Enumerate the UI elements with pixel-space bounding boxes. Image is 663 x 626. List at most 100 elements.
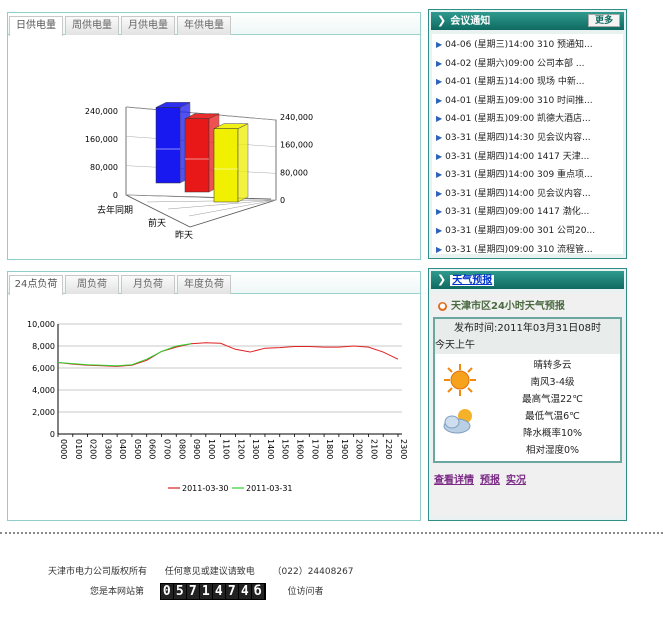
x-tick-label: 0600 — [148, 439, 157, 459]
notice-item[interactable]: ▶ 03-31 (星期四)09:00 310 流程管... — [436, 241, 623, 259]
x-tick-label: 1800 — [325, 439, 334, 459]
notice-item[interactable]: ▶ 03-31 (星期四)14:30 见会议内容... — [436, 129, 623, 147]
notice-item[interactable]: ▶ 04-01 (星期五)09:00 310 时间推... — [436, 92, 623, 110]
x-tick-label: 2300 — [399, 439, 408, 459]
load-line-chart: 10,0008,0006,0004,0002,00000000 0100 0200 0… — [27, 320, 408, 493]
tab-monthly-supply[interactable]: 月供电量 — [121, 16, 175, 35]
notice-item-text: 03-31 (星期四)09:00 301 公司20... — [445, 226, 596, 236]
y-tick-right: 80,000 — [280, 168, 308, 177]
weather-humidity: 相对湿度0% — [525, 445, 580, 456]
triangle-bullet-icon: ▶ — [436, 95, 443, 105]
counter-digit: 5 — [173, 584, 186, 599]
visitor-prefix: 您是本网站第 — [90, 587, 145, 597]
cloud-sun-icon — [443, 409, 472, 434]
chevron-right-icon: ❯ — [437, 273, 447, 286]
notice-box: ❯ 会议通知 更多 ▶ 04-06 (星期三)14:00 310 预通知... ▶ 04… — [428, 9, 627, 259]
notice-item-text: 04-01 (星期五)09:00 310 时间推... — [445, 95, 593, 106]
x-tick-label: 2200 — [384, 439, 393, 459]
notice-item[interactable]: ▶ 03-31 (星期四)14:00 309 重点项... — [436, 166, 623, 184]
notice-item[interactable]: ▶ 04-01 (星期五)09:00 凯德大酒店... — [436, 110, 623, 128]
live-link[interactable]: 实况 — [506, 475, 526, 486]
series-line-1 — [57, 343, 192, 367]
more-button[interactable]: 更多 — [588, 14, 620, 27]
y-tick-right: 160,000 — [280, 141, 313, 150]
notice-item[interactable]: ▶ 03-31 (星期四)09:00 301 公司20... — [436, 222, 623, 240]
notice-item[interactable]: ▶ 04-02 (星期六)09:00 公司本部 ... — [436, 55, 623, 73]
notice-title: 会议通知 — [450, 16, 491, 27]
weather-wind: 南风3-4级 — [530, 377, 575, 388]
tab-weekly-load[interactable]: 周负荷 — [65, 275, 119, 294]
legend-label: 2011-03-31 — [246, 484, 293, 493]
x-tick-label: 1100 — [222, 439, 231, 459]
x-tick-label: 0800 — [177, 439, 186, 459]
category-label: 前天 — [148, 217, 166, 229]
counter-digit: 1 — [199, 584, 212, 599]
notice-item-text: 04-01 (星期五)14:00 现场 中新... — [445, 77, 585, 88]
tab-24h-load[interactable]: 24点负荷 — [9, 275, 63, 295]
x-tick-label: 1000 — [207, 439, 216, 459]
notice-item[interactable]: ▶ 03-31 (星期四)09:00 1417 渤化... — [436, 203, 623, 221]
y-tick-label: 10,000 — [27, 320, 55, 329]
weather-header: ❯ 天气预报 — [431, 271, 624, 289]
triangle-bullet-icon: ▶ — [436, 40, 443, 49]
triangle-bullet-icon: ▶ — [436, 170, 443, 180]
contact-text: 任何意见或建议请致电 — [164, 567, 255, 577]
y-tick-left: 240,000 — [85, 107, 118, 116]
triangle-bullet-icon: ▶ — [436, 133, 443, 142]
notice-item[interactable]: ▶ 04-06 (星期三)14:00 310 预通知... — [436, 36, 623, 54]
notice-item-text: 03-31 (星期四)09:00 310 流程管... — [445, 244, 593, 255]
weather-city-label: 天津市区24小时天气预报 — [451, 301, 565, 312]
divider — [0, 532, 663, 534]
x-tick-label: 1900 — [340, 439, 349, 459]
sun-icon — [444, 364, 476, 396]
tab-daily-supply[interactable]: 日供电量 — [9, 16, 63, 36]
tab-weekly-supply[interactable]: 周供电量 — [65, 16, 119, 35]
notice-item-text: 04-02 (星期六)09:00 公司本部 ... — [445, 58, 585, 69]
tab-yearly-supply[interactable]: 年供电量 — [177, 16, 231, 35]
tab-yearly-load[interactable]: 年度负荷 — [177, 275, 231, 294]
notice-item[interactable]: ▶ 03-31 (星期四)14:00 1417 天津... — [436, 148, 623, 166]
x-tick-label: 1400 — [266, 439, 275, 459]
details-link[interactable]: 查看详情 — [434, 475, 474, 486]
notice-item-text: 03-31 (星期四)14:00 1417 天津... — [445, 151, 590, 162]
supply-panel: 日供电量 周供电量 月供电量 年供电量 240,000 160,000 80,000… — [7, 12, 421, 260]
category-label: 去年同期 — [97, 204, 133, 216]
triangle-bullet-icon: ▶ — [436, 207, 443, 217]
weather-city: ● 天津市区24小时天气预报 — [438, 297, 565, 312]
x-tick-label: 0100 — [74, 439, 83, 459]
counter-digit: 4 — [212, 584, 225, 599]
forecast-link[interactable]: 预报 — [480, 475, 500, 486]
supply-tabs: 日供电量 周供电量 月供电量 年供电量 — [8, 13, 420, 36]
weather-high: 最高气温22℃ — [522, 394, 583, 405]
x-tick-label: 1200 — [236, 439, 245, 459]
bar-2 — [213, 123, 249, 203]
y-tick-left: 160,000 — [85, 135, 118, 144]
bullet-icon: ● — [438, 301, 447, 311]
x-tick-label: 0700 — [162, 439, 171, 459]
category-label: 昨天 — [175, 229, 193, 241]
phone-text: （022）24408267 — [272, 567, 354, 577]
notice-item[interactable]: ▶ 03-31 (星期四)14:00 见会议内容... — [436, 185, 623, 203]
x-tick-label: 1700 — [310, 439, 319, 459]
x-tick-label: 2100 — [369, 439, 378, 459]
x-tick-label: 0900 — [192, 439, 201, 459]
notice-item[interactable]: ▶ 04-01 (星期五)14:00 现场 中新... — [436, 73, 623, 91]
notice-item-text: 03-31 (星期四)14:00 309 重点项... — [445, 170, 593, 181]
visitor-suffix: 位访问者 — [287, 587, 324, 597]
weather-lines: 晴转多云 南风3-4级 最高气温22℃ 最低气温6℃ 降水概率10% 相对湿度0… — [485, 357, 620, 459]
footer-line-2: 您是本网站第 0571474б 位访问者 — [90, 583, 324, 600]
triangle-bullet-icon: ▶ — [436, 188, 443, 198]
x-tick-label: 0000 — [59, 439, 68, 459]
bar-side — [237, 123, 249, 203]
x-tick-label: 0400 — [118, 439, 127, 459]
weather-links: 查看详情 预报 实况 — [434, 471, 532, 486]
y-tick-right: 0 — [280, 196, 285, 205]
load-panel: 24点负荷 周负荷 月负荷 年度负荷 10,000 8,000 6,000 4,000… — [7, 271, 421, 521]
counter-digit: 7 — [186, 584, 199, 599]
notice-item-text: 04-06 (星期三)14:00 310 预通知... — [445, 40, 593, 50]
today-label: 今天上午 — [435, 338, 620, 354]
weather-rain: 降水概率10% — [522, 428, 583, 439]
x-tick-label: 0200 — [89, 439, 98, 459]
tab-monthly-load[interactable]: 月负荷 — [121, 275, 175, 294]
x-tick-label: 1600 — [296, 439, 305, 459]
